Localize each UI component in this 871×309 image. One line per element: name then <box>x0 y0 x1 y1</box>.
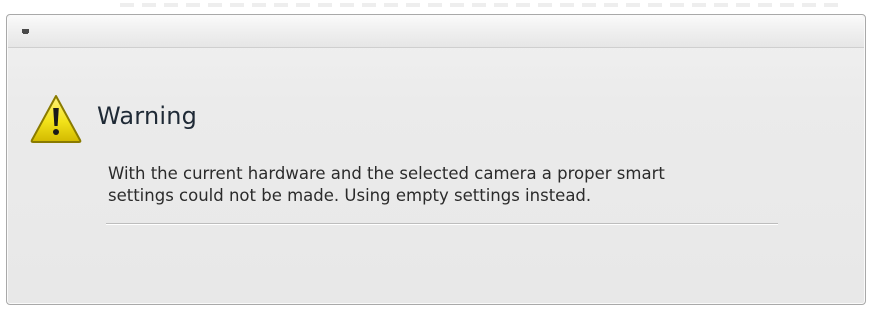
warning-icon <box>30 95 82 143</box>
message-line: With the current hardware and the select… <box>108 164 665 183</box>
dialog-heading: Warning <box>97 102 198 130</box>
system-menu-icon[interactable] <box>22 29 29 34</box>
divider <box>106 223 778 225</box>
dialog-message: With the current hardware and the select… <box>108 163 808 207</box>
warning-dialog <box>6 14 866 305</box>
background-strip-pattern <box>120 3 840 7</box>
message-line: settings could not be made. Using empty … <box>108 186 592 205</box>
background-strip <box>0 0 871 12</box>
title-bar <box>8 16 864 48</box>
